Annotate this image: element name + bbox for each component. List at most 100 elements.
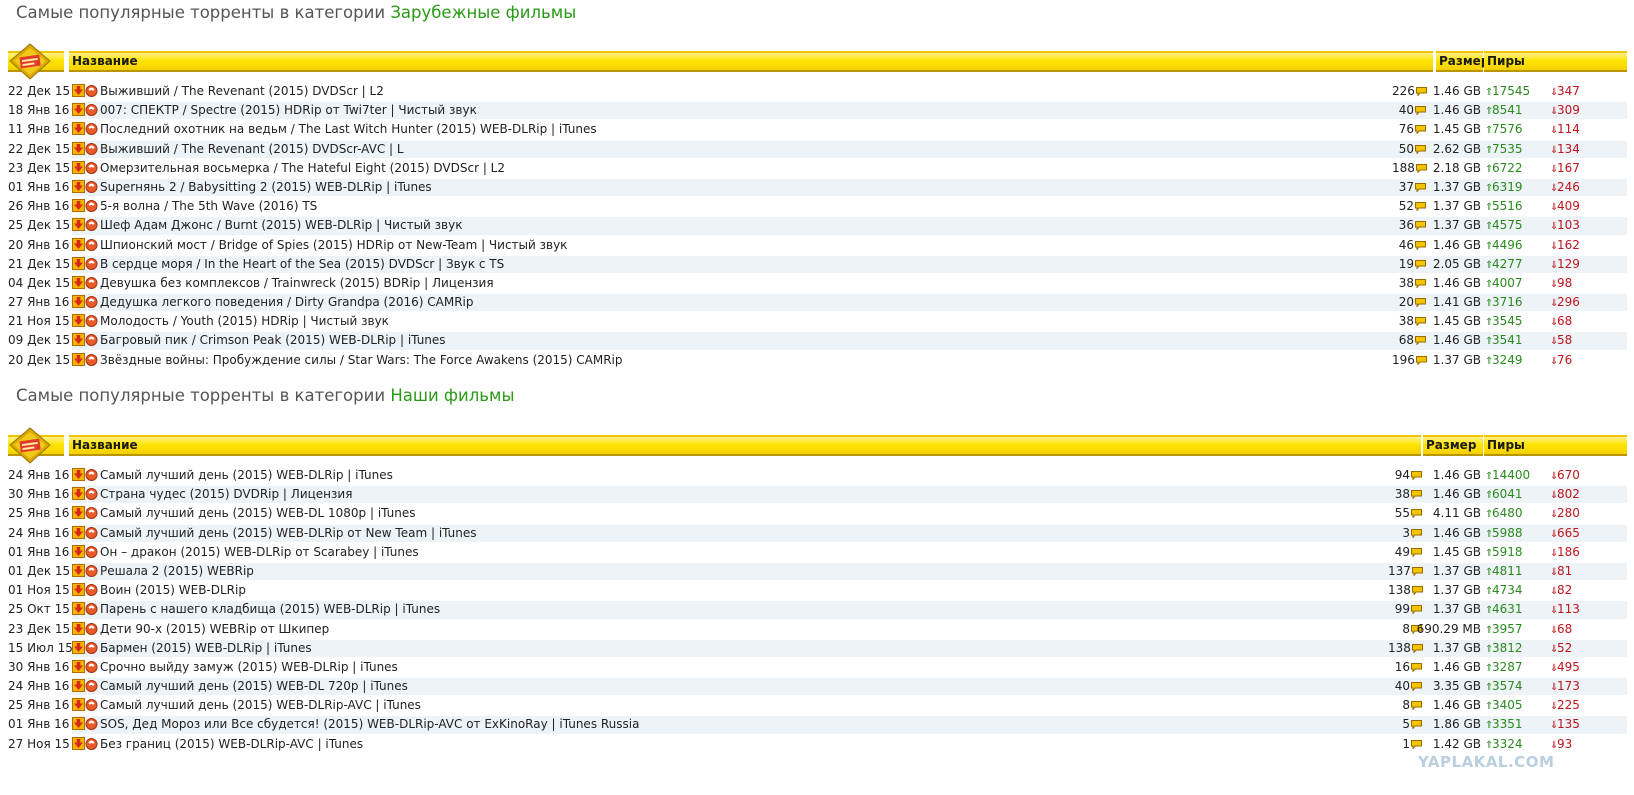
download-icon[interactable] [72,717,85,731]
download-icon[interactable] [72,160,85,174]
download-icon[interactable] [72,698,85,712]
header-peers[interactable]: Пиры [1484,435,1627,456]
download-icon[interactable] [72,544,85,558]
torrent-title-link[interactable]: SOS, Дед Мороз или Все сбудется! (2015) … [100,715,639,734]
magnet-icon[interactable] [85,276,98,289]
header-peers[interactable]: Пиры [1484,51,1627,72]
torrent-title-link[interactable]: Молодость / Youth (2015) HDRip | Чистый … [100,312,389,331]
download-icon[interactable] [72,487,85,501]
torrent-title-link[interactable]: Выживший / The Revenant (2015) DVDScr-AV… [100,140,404,159]
torrent-title-link[interactable]: Дедушка легкого поведения / Dirty Grandp… [100,293,474,312]
magnet-icon[interactable] [85,257,98,270]
torrent-title-link[interactable]: Срочно выйду замуж (2015) WEB-DLRip | iT… [100,658,398,677]
torrent-title-link[interactable]: Последний охотник на ведьм / The Last Wi… [100,120,597,139]
magnet-icon[interactable] [85,507,98,520]
download-icon[interactable] [72,218,85,232]
comments-count[interactable]: 196 [1392,351,1427,370]
magnet-icon[interactable] [85,104,98,117]
magnet-icon[interactable] [85,584,98,597]
magnet-icon[interactable] [85,334,98,347]
magnet-icon[interactable] [85,142,98,155]
magnet-icon[interactable] [85,238,98,251]
comments-count[interactable]: 76 [1392,120,1426,139]
download-icon[interactable] [72,602,85,616]
torrent-title-link[interactable]: Шеф Адам Джонс / Burnt (2015) WEB-DLRip … [100,216,462,235]
magnet-icon[interactable] [85,85,98,97]
download-icon[interactable] [72,525,85,539]
torrent-title-link[interactable]: Самый лучший день (2015) WEB-DL 720p | i… [100,677,408,696]
download-icon[interactable] [72,679,85,693]
comments-count[interactable]: 36 [1392,216,1426,235]
magnet-icon[interactable] [85,603,98,616]
torrent-title-link[interactable]: Омерзительная восьмерка / The Hateful Ei… [100,159,505,178]
torrent-title-link[interactable]: 5-я волна / The 5th Wave (2016) TS [100,197,317,216]
download-icon[interactable] [72,84,85,97]
magnet-icon[interactable] [85,526,98,539]
magnet-icon[interactable] [85,699,98,712]
download-icon[interactable] [72,659,85,673]
comments-count[interactable]: 226 [1392,82,1427,101]
header-size[interactable]: Размер [1436,51,1489,72]
download-icon[interactable] [72,256,85,270]
magnet-icon[interactable] [85,315,98,328]
torrent-title-link[interactable]: 007: СПЕКТР / Spectre (2015) HDRip от Tw… [100,101,477,120]
torrent-title-link[interactable]: Решала 2 (2015) WEBRip [100,562,254,581]
torrent-title-link[interactable]: Дети 90-х (2015) WEBRip от Шкипер [100,620,329,639]
header-name[interactable]: Название [69,51,1433,72]
magnet-icon[interactable] [85,219,98,232]
comments-count[interactable]: 38 [1392,312,1426,331]
download-icon[interactable] [72,314,85,328]
download-icon[interactable] [72,199,85,213]
download-icon[interactable] [72,621,85,635]
magnet-icon[interactable] [85,180,98,193]
comments-count[interactable]: 46 [1392,236,1426,255]
comments-count[interactable]: 50 [1392,140,1426,159]
download-icon[interactable] [72,333,85,347]
comments-count[interactable]: 37 [1392,178,1426,197]
torrent-title-link[interactable]: Superнянь 2 / Babysitting 2 (2015) WEB-D… [100,178,432,197]
magnet-icon[interactable] [85,200,98,213]
comments-count[interactable]: 19 [1392,255,1426,274]
magnet-icon[interactable] [85,296,98,309]
magnet-icon[interactable] [85,469,98,481]
download-icon[interactable] [72,352,85,366]
header-size[interactable]: Размер [1423,435,1483,456]
download-icon[interactable] [72,640,85,654]
torrent-title-link[interactable]: Выживший / The Revenant (2015) DVDScr | … [100,82,384,101]
download-icon[interactable] [72,583,85,597]
header-name[interactable]: Название [69,435,1421,456]
magnet-icon[interactable] [85,545,98,558]
torrent-title-link[interactable]: Парень с нашего кладбища (2015) WEB-DLRi… [100,600,440,619]
torrent-title-link[interactable]: Самый лучший день (2015) WEB-DLRip от Ne… [100,524,477,543]
comments-count[interactable]: 188 [1392,159,1427,178]
magnet-icon[interactable] [85,680,98,693]
category-link[interactable]: Зарубежные фильмы [390,3,576,22]
torrent-title-link[interactable]: Звёздные войны: Пробуждение силы / Star … [100,351,623,370]
torrent-title-link[interactable]: Воин (2015) WEB-DLRip [100,581,246,600]
magnet-icon[interactable] [85,622,98,635]
magnet-icon[interactable] [85,353,98,366]
comments-count[interactable]: 52 [1392,197,1426,216]
torrent-title-link[interactable]: Шпионский мост / Bridge of Spies (2015) … [100,236,567,255]
magnet-icon[interactable] [85,564,98,577]
torrent-title-link[interactable]: Девушка без комплексов / Trainwreck (201… [100,274,494,293]
download-icon[interactable] [72,103,85,117]
download-icon[interactable] [72,506,85,520]
comments-count[interactable]: 38 [1392,274,1426,293]
comments-count[interactable]: 68 [1392,331,1426,350]
torrent-title-link[interactable]: Страна чудес (2015) DVDRip | Лицензия [100,485,352,504]
download-icon[interactable] [72,122,85,136]
category-link[interactable]: Наши фильмы [390,386,514,405]
comments-count[interactable]: 40 [1392,101,1426,120]
magnet-icon[interactable] [85,161,98,174]
magnet-icon[interactable] [85,123,98,136]
download-icon[interactable] [72,141,85,155]
download-icon[interactable] [72,736,85,750]
magnet-icon[interactable] [85,737,98,750]
magnet-icon[interactable] [85,718,98,731]
torrent-title-link[interactable]: Самый лучший день (2015) WEB-DLRip-AVC |… [100,696,421,715]
download-icon[interactable] [72,295,85,309]
torrent-title-link[interactable]: В сердце моря / In the Heart of the Sea … [100,255,504,274]
torrent-title-link[interactable]: Багровый пик / Crimson Peak (2015) WEB-D… [100,331,446,350]
comments-count[interactable]: 20 [1392,293,1426,312]
